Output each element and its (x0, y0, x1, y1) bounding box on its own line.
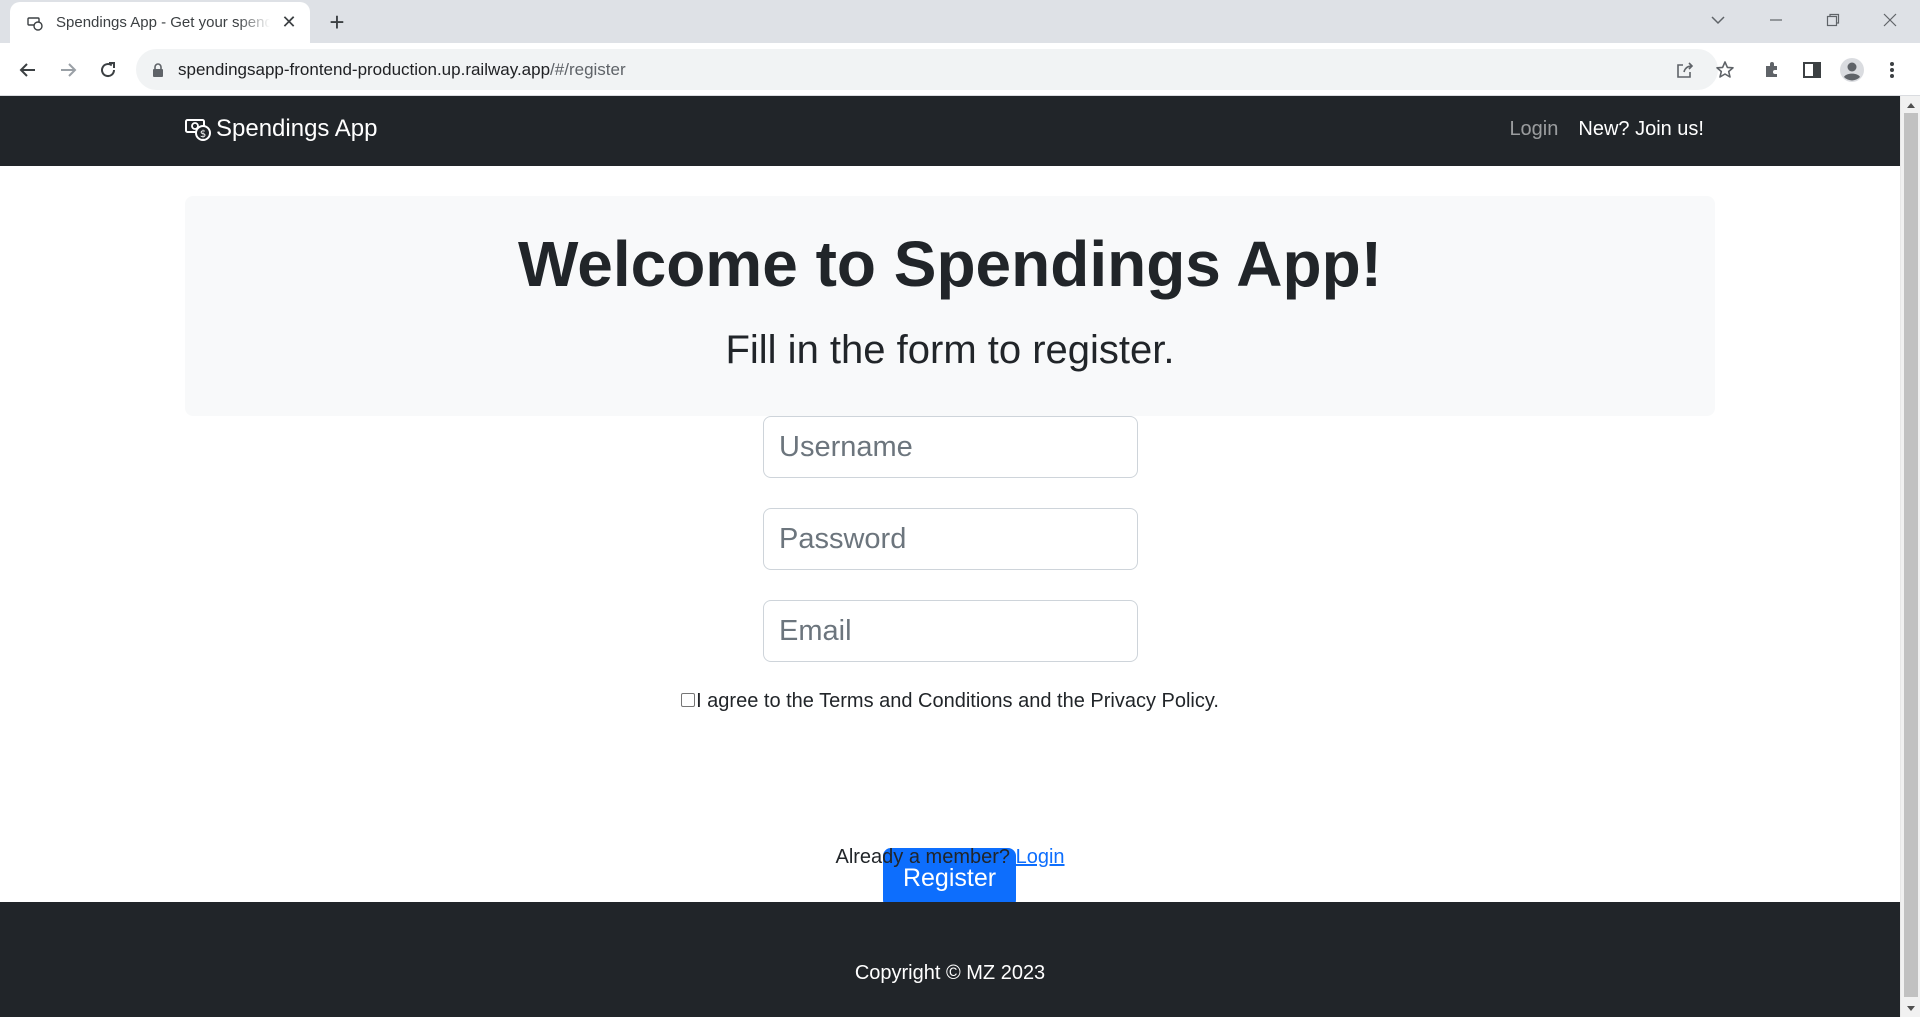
top-navbar: $ Spendings App Login New? Join us! (0, 96, 1900, 166)
restore-icon[interactable] (1805, 0, 1861, 40)
page-subtitle: Fill in the form to register. (725, 328, 1175, 372)
nav-join-link[interactable]: New? Join us! (1578, 118, 1704, 141)
login-prompt: Already a member? Login (0, 846, 1900, 869)
tab-title: Spendings App - Get your spendings (56, 14, 270, 31)
tab-search-icon[interactable] (1690, 0, 1746, 40)
browser-tab[interactable]: Spendings App - Get your spendings ✕ (10, 2, 310, 43)
profile-icon[interactable] (1836, 54, 1868, 86)
browser-tab-strip: Spendings App - Get your spendings ✕ + (0, 0, 1920, 43)
menu-icon[interactable] (1876, 54, 1908, 86)
extensions-icon[interactable] (1756, 54, 1788, 86)
brand-name: Spendings App (216, 115, 378, 142)
window-close-icon[interactable] (1862, 0, 1918, 40)
url-path: /#/register (550, 59, 626, 79)
page-viewport: $ Spendings App Login New? Join us! Welc… (0, 96, 1900, 1017)
url-host: spendingsapp-frontend-production.up.rail… (178, 59, 551, 79)
copyright-text: Copyright © MZ 2023 (854, 962, 1046, 984)
back-icon[interactable] (12, 54, 44, 86)
welcome-banner: Welcome to Spendings App! Fill in the fo… (185, 196, 1715, 416)
svg-text:$: $ (200, 129, 206, 140)
url-text: spendingsapp-frontend-production.up.rail… (178, 60, 626, 80)
star-icon[interactable] (1712, 57, 1738, 83)
terms-checkbox[interactable] (681, 692, 696, 707)
scroll-up-arrow-icon[interactable] (1901, 96, 1920, 113)
address-bar[interactable]: spendingsapp-frontend-production.up.rail… (136, 49, 1734, 90)
terms-label: I agree to the Terms and Conditions and … (696, 690, 1219, 712)
nav-links: Login New? Join us! (1509, 118, 1704, 141)
username-input[interactable] (763, 416, 1138, 478)
page-footer: Copyright © MZ 2023 (0, 902, 1900, 1017)
cash-coin-icon (26, 14, 44, 32)
new-tab-button[interactable]: + (323, 7, 351, 37)
tab-close-icon[interactable]: ✕ (278, 12, 300, 34)
page-title: Welcome to Spendings App! (517, 228, 1383, 300)
terms-agreement: I agree to the Terms and Conditions and … (0, 690, 1900, 713)
brand-link[interactable]: $ Spendings App (184, 115, 377, 143)
page-scrollbar[interactable] (1900, 96, 1920, 1017)
email-input[interactable] (763, 600, 1138, 662)
member-text: Already a member? (835, 846, 1011, 868)
password-input[interactable] (763, 508, 1138, 570)
side-panel-icon[interactable] (1796, 54, 1828, 86)
forward-icon[interactable] (52, 54, 84, 86)
login-link[interactable]: Login (1016, 846, 1065, 868)
cash-coin-icon: $ (184, 115, 212, 143)
browser-toolbar: spendingsapp-frontend-production.up.rail… (0, 43, 1920, 96)
minimize-icon[interactable] (1748, 0, 1804, 40)
scrollbar-thumb[interactable] (1904, 113, 1918, 997)
lock-icon[interactable] (150, 62, 166, 78)
scroll-down-arrow-icon[interactable] (1901, 1000, 1920, 1017)
nav-login-link[interactable]: Login (1509, 118, 1558, 141)
reload-icon[interactable] (92, 54, 124, 86)
share-icon[interactable] (1672, 57, 1698, 83)
